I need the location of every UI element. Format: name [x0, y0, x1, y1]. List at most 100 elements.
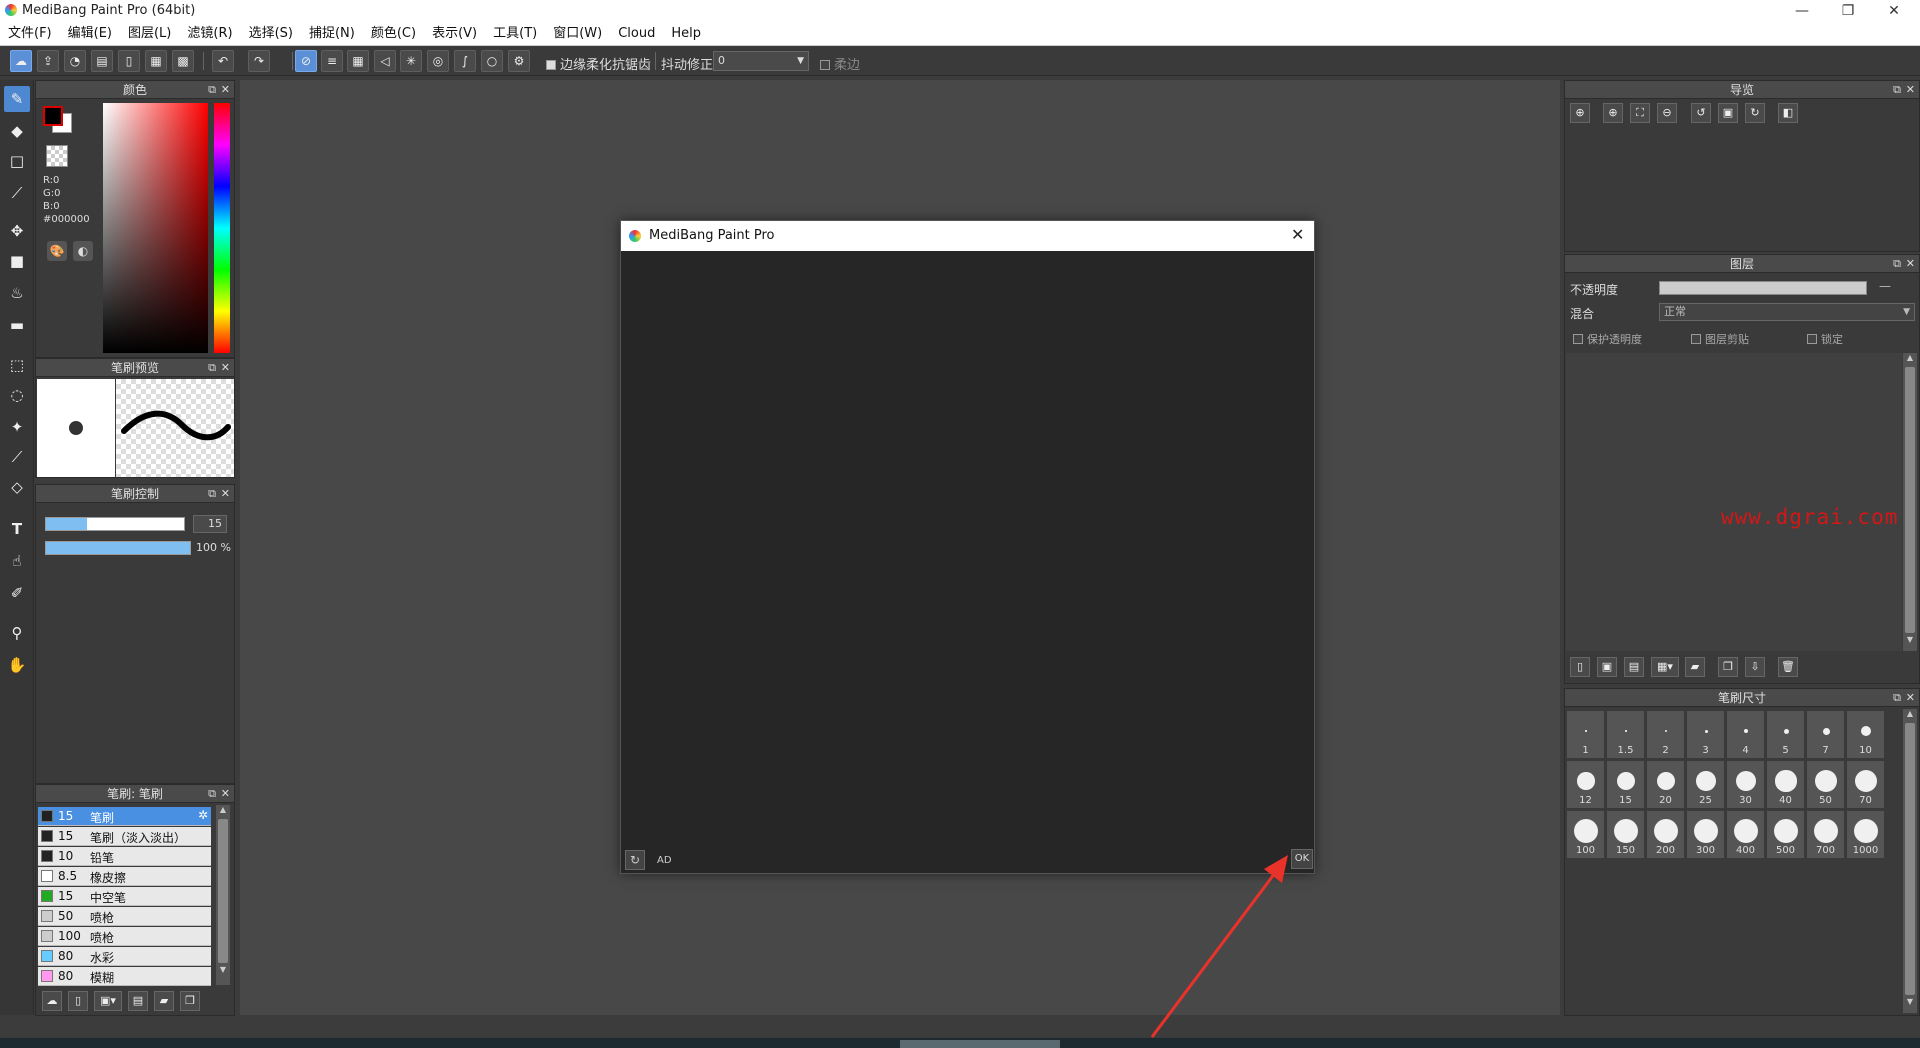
close-icon[interactable]: ✕ — [221, 81, 230, 99]
brush-size-option[interactable]: 7 — [1807, 711, 1845, 759]
brush-tool-icon[interactable]: ✎ — [4, 86, 30, 112]
brush-list-item[interactable]: 100 喷枪 — [38, 927, 211, 946]
brush-size-option[interactable]: 50 — [1807, 761, 1845, 809]
magic-wand-tool-icon[interactable]: ✦ — [4, 414, 30, 440]
brush-size-option[interactable]: 4 — [1727, 711, 1765, 759]
close-window-button[interactable]: ✕ — [1872, 0, 1916, 22]
cloud-brush-icon[interactable]: ☁ — [42, 991, 62, 1011]
snap-off-icon[interactable]: ⊘ — [295, 50, 317, 72]
pages-icon[interactable]: ▦ — [145, 50, 167, 72]
brush-size-option[interactable]: 25 — [1687, 761, 1725, 809]
speech-bubble-icon[interactable]: ◔ — [64, 50, 86, 72]
undo-icon[interactable]: ↶ — [212, 50, 234, 72]
scroll-thumb[interactable] — [1905, 367, 1915, 633]
protect-alpha-checkbox[interactable]: 保护透明度 — [1573, 331, 1642, 347]
brush-list-scrollbar[interactable]: ▲ ▼ — [216, 805, 230, 985]
layer-list-scrollbar[interactable]: ▲ ▼ — [1903, 353, 1917, 651]
brush-size-option[interactable]: 40 — [1767, 761, 1805, 809]
menu-view[interactable]: 表示(V) — [424, 22, 485, 46]
dot-pen-tool-icon[interactable]: ⟋ — [4, 180, 30, 206]
popout-icon[interactable]: ⧉ — [208, 785, 216, 803]
brush-size-option[interactable]: 500 — [1767, 811, 1805, 859]
brush-size-option[interactable]: 1000 — [1847, 811, 1885, 859]
brush-size-option[interactable]: 20 — [1647, 761, 1685, 809]
parallel-snap-icon[interactable]: ≡ — [321, 50, 343, 72]
brush-size-option[interactable]: 200 — [1647, 811, 1685, 859]
dialog-close-icon[interactable]: ✕ — [1291, 225, 1304, 244]
popout-icon[interactable]: ⧉ — [1893, 255, 1901, 273]
taskbar-item[interactable] — [900, 1040, 1060, 1048]
menu-file[interactable]: 文件(F) — [0, 22, 60, 46]
brush-size-option[interactable]: 3 — [1687, 711, 1725, 759]
zoom-actual-icon[interactable]: ⊕ — [1570, 103, 1590, 123]
menu-edit[interactable]: 编辑(E) — [60, 22, 120, 46]
concentric-snap-icon[interactable]: ◎ — [427, 50, 449, 72]
brush-folder-icon[interactable]: ▰ — [154, 991, 174, 1011]
brush-size-option[interactable]: 5 — [1767, 711, 1805, 759]
add-brush-dropdown-icon[interactable]: ▣▾ — [94, 991, 122, 1011]
page-icon[interactable]: ▯ — [118, 50, 140, 72]
layer-list[interactable] — [1566, 353, 1902, 651]
scroll-down-icon[interactable]: ▼ — [1903, 997, 1917, 1009]
brush-size-option[interactable]: 100 — [1567, 811, 1605, 859]
brush-list-item[interactable]: 10 铅笔 — [38, 847, 211, 866]
popout-icon[interactable]: ⧉ — [1893, 81, 1901, 99]
move-tool-icon[interactable]: ✥ — [4, 218, 30, 244]
close-icon[interactable]: ✕ — [1906, 255, 1915, 273]
select-eraser-tool-icon[interactable]: ◇ — [4, 474, 30, 500]
hue-slider[interactable] — [214, 103, 230, 353]
circle-snap-icon[interactable]: ○ — [481, 50, 503, 72]
menu-tool[interactable]: 工具(T) — [485, 22, 545, 46]
menu-cloud[interactable]: Cloud — [610, 22, 663, 46]
scroll-down-icon[interactable]: ▼ — [1903, 635, 1917, 647]
menu-color[interactable]: 颜色(C) — [363, 22, 424, 46]
brush-size-option[interactable]: 10 — [1847, 711, 1885, 759]
transparent-color-swatch[interactable] — [46, 145, 68, 167]
gear-icon[interactable]: ✲ — [198, 808, 208, 822]
close-icon[interactable]: ✕ — [221, 485, 230, 503]
foreground-color-swatch[interactable] — [43, 106, 63, 126]
clipping-checkbox[interactable]: 图层剪贴 — [1691, 331, 1749, 347]
brush-size-option[interactable]: 30 — [1727, 761, 1765, 809]
saturation-value-picker[interactable] — [103, 103, 208, 353]
zoom-out-icon[interactable]: ⊖ — [1657, 103, 1677, 123]
scroll-up-icon[interactable]: ▲ — [216, 805, 230, 817]
close-icon[interactable]: ✕ — [221, 359, 230, 377]
brush-opacity-slider[interactable] — [45, 541, 191, 555]
flip-icon[interactable]: ◧ — [1778, 103, 1798, 123]
popout-icon[interactable]: ⧉ — [208, 485, 216, 503]
brush-list-item[interactable]: 15 中空笔 — [38, 887, 211, 906]
perspective-snap-icon[interactable]: ◁ — [374, 50, 396, 72]
minimize-button[interactable]: — — [1780, 0, 1824, 22]
popout-icon[interactable]: ⧉ — [208, 81, 216, 99]
close-icon[interactable]: ✕ — [1906, 689, 1915, 707]
brush-list-item[interactable]: 80 模糊 — [38, 967, 211, 986]
menu-help[interactable]: Help — [663, 22, 709, 46]
brush-size-slider[interactable] — [45, 517, 185, 531]
brush-size-scrollbar[interactable]: ▲ ▼ — [1903, 709, 1917, 1013]
scroll-down-icon[interactable]: ▼ — [216, 965, 230, 977]
divide-tool-icon[interactable]: ✐ — [4, 580, 30, 606]
layer-folder-icon[interactable]: ▰ — [1685, 657, 1705, 677]
palette-edit-icon[interactable]: ◐ — [73, 241, 93, 261]
brush-size-option[interactable]: 1 — [1567, 711, 1605, 759]
layer-opacity-slider[interactable] — [1659, 281, 1867, 295]
menu-layer[interactable]: 图层(L) — [120, 22, 179, 46]
duplicate-brush-icon[interactable]: ❐ — [180, 991, 200, 1011]
brush-size-option[interactable]: 300 — [1687, 811, 1725, 859]
scroll-up-icon[interactable]: ▲ — [1903, 709, 1917, 721]
gradient-tool-icon[interactable]: ▬ — [4, 312, 30, 338]
brush-list-item[interactable]: 50 喷枪 — [38, 907, 211, 926]
brush-size-option[interactable]: 400 — [1727, 811, 1765, 859]
operation-tool-icon[interactable]: ☝ — [4, 548, 30, 574]
rotate-left-icon[interactable]: ↺ — [1691, 103, 1711, 123]
merge-layer-icon[interactable]: ⇩ — [1745, 657, 1765, 677]
grid-snap-icon[interactable]: ▦ — [347, 50, 369, 72]
brush-size-option[interactable]: 1.5 — [1607, 711, 1645, 759]
new-brush-icon[interactable]: ▯ — [68, 991, 88, 1011]
fit-icon[interactable]: ⛶ — [1630, 103, 1650, 123]
popout-icon[interactable]: ⧉ — [1893, 689, 1901, 707]
soft-edge-checkbox[interactable]: 柔边 — [820, 54, 860, 73]
zoom-in-icon[interactable]: ⊕ — [1603, 103, 1623, 123]
palette-icon[interactable]: 🎨 — [47, 241, 67, 261]
